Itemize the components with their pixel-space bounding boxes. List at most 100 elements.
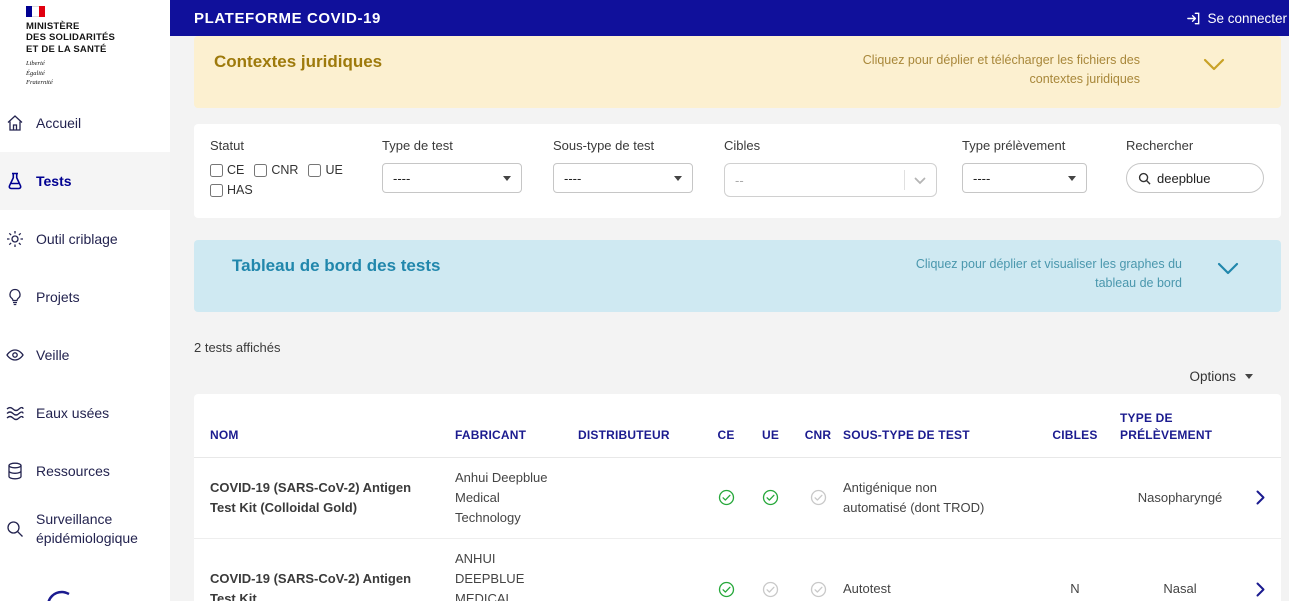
ce-checkbox[interactable] <box>210 163 223 177</box>
magnifier-icon <box>4 518 26 540</box>
cell-nom: COVID-19 (SARS-CoV-2) Antigen Test Kit (… <box>210 479 412 515</box>
column-header-fabricant[interactable]: FABRICANT <box>455 427 578 444</box>
table-row[interactable]: COVID-19 (SARS-CoV-2) Antigen Test Kit (… <box>194 458 1281 540</box>
sidebar-item-outil-criblage[interactable]: Outil criblage <box>0 210 170 268</box>
cell-sous-type: Autotest <box>843 581 891 597</box>
cell-prelevement: Nasal <box>1163 581 1197 597</box>
content: Contextes juridiques Cliquez pour déplie… <box>170 36 1289 601</box>
login-button[interactable]: Se connecter <box>1186 11 1287 26</box>
ministry-motto: Liberté Égalité Fraternité <box>26 60 53 87</box>
column-header-nom[interactable]: NOM <box>210 427 455 444</box>
eye-icon <box>4 344 26 366</box>
cibles-placeholder: -- <box>735 172 744 188</box>
type-de-test-label: Type de test <box>382 138 453 153</box>
chevron-down-icon[interactable] <box>1203 58 1225 76</box>
type-de-test-select[interactable]: ---- <box>382 163 522 193</box>
waves-icon <box>4 402 26 424</box>
sidebar-item-label: Surveillance épidémiologique <box>36 511 138 546</box>
cibles-label: Cibles <box>724 138 761 153</box>
row-expand-chevron-icon[interactable] <box>1240 582 1281 597</box>
cell-cibles: N <box>1070 581 1080 597</box>
legal-contexts-banner[interactable]: Contextes juridiques Cliquez pour déplie… <box>194 36 1281 108</box>
dashboard-subtitle: Cliquez pour déplier et visualiser les g… <box>915 257 1182 291</box>
selected-value: ---- <box>564 170 582 186</box>
top-header: PLATEFORME COVID-19 Se connecter <box>170 0 1289 36</box>
ue-status-icon <box>748 489 793 506</box>
statut-checkbox-has[interactable]: HAS <box>210 183 370 197</box>
filter-sous-type-de-test: Sous-type de test ---- <box>553 138 693 193</box>
login-icon <box>1187 12 1200 24</box>
options-label: Options <box>1189 369 1236 384</box>
table-row[interactable]: COVID-19 (SARS-CoV-2) Antigen Test Kit A… <box>194 539 1281 601</box>
sidebar: MINISTÈRE DES SOLIDARITÉS ET DE LA SANTÉ… <box>0 0 170 601</box>
filter-type-de-test: Type de test ---- <box>382 138 522 193</box>
home-icon <box>4 112 26 134</box>
sidebar-item-accueil[interactable]: Accueil <box>0 94 170 152</box>
sidebar-item-label: Veille <box>36 346 70 363</box>
sidebar-item-label: Tests <box>36 172 72 189</box>
database-icon <box>4 460 26 482</box>
ministry-logo: MINISTÈRE DES SOLIDARITÉS ET DE LA SANTÉ… <box>0 0 170 92</box>
legal-contexts-subtitle: Cliquez pour déplier et télécharger les … <box>862 53 1140 87</box>
sidebar-item-surveillance-epidemiologique[interactable]: Surveillance épidémiologique <box>0 500 170 558</box>
search-input[interactable] <box>1157 170 1252 186</box>
sidebar-item-projets[interactable]: Projets <box>0 268 170 326</box>
cell-fabricant: Anhui Deepblue Medical Technology <box>455 469 548 525</box>
sidebar-item-label: Ressources <box>36 462 110 479</box>
ce-status-icon <box>704 489 748 506</box>
cnr-status-icon <box>793 489 843 506</box>
cnr-checkbox[interactable] <box>254 163 268 177</box>
cibles-multiselect[interactable]: -- <box>724 163 937 197</box>
row-expand-chevron-icon[interactable] <box>1240 490 1281 505</box>
filter-statut: Statut CE CNR UE HAS <box>210 138 370 197</box>
ue-status-icon <box>748 581 793 598</box>
column-header-cibles[interactable]: CIBLES <box>1030 427 1120 444</box>
sidebar-item-tests[interactable]: Tests <box>0 152 170 210</box>
has-checkbox[interactable] <box>210 183 223 197</box>
french-flag-icon <box>26 6 45 17</box>
chevron-down-icon <box>674 175 682 181</box>
divider <box>904 170 905 190</box>
statut-checkbox-ce[interactable]: CE <box>210 163 244 177</box>
sidebar-item-eaux-usees[interactable]: Eaux usées <box>0 384 170 442</box>
filter-rechercher: Rechercher <box>1126 138 1264 193</box>
checkbox-label: HAS <box>227 183 253 197</box>
statut-checkbox-ue[interactable]: UE <box>308 163 343 177</box>
options-dropdown[interactable]: Options <box>194 369 1281 384</box>
column-header-ue[interactable]: UE <box>748 427 793 444</box>
page-title: PLATEFORME COVID-19 <box>194 9 381 27</box>
statut-checkboxes: CE CNR UE HAS <box>210 163 370 197</box>
filters-panel: Statut CE CNR UE HAS Type de test ---- S… <box>194 124 1281 218</box>
sidebar-item-label: Outil criblage <box>36 230 118 247</box>
statut-checkbox-cnr[interactable]: CNR <box>254 163 298 177</box>
dashboard-banner[interactable]: Tableau de bord des tests Cliquez pour d… <box>194 240 1281 312</box>
column-header-cnr[interactable]: CNR <box>793 427 843 444</box>
ce-status-icon <box>704 581 748 598</box>
flask-icon <box>4 170 26 192</box>
cell-nom: COVID-19 (SARS-CoV-2) Antigen Test Kit <box>210 571 412 601</box>
selected-value: ---- <box>973 170 991 186</box>
sous-type-select[interactable]: ---- <box>553 163 693 193</box>
gear-icon <box>4 228 26 250</box>
ministry-name: MINISTÈRE DES SOLIDARITÉS ET DE LA SANTÉ <box>26 21 116 55</box>
ue-checkbox[interactable] <box>308 163 322 177</box>
chevron-down-icon <box>914 173 926 188</box>
type-prelevement-select[interactable]: ---- <box>962 163 1087 193</box>
lightbulb-icon <box>4 286 26 308</box>
cnr-status-icon <box>793 581 843 598</box>
column-header-ce[interactable]: CE <box>704 427 748 444</box>
checkbox-label: CNR <box>271 163 299 177</box>
rechercher-label: Rechercher <box>1126 138 1194 153</box>
checkbox-label: CE <box>227 163 245 177</box>
sidebar-item-ressources[interactable]: Ressources <box>0 442 170 500</box>
chevron-down-icon[interactable] <box>1217 262 1239 280</box>
sidebar-item-label: Projets <box>36 288 80 305</box>
chevron-down-icon <box>1245 374 1253 379</box>
checkbox-label: UE <box>325 163 343 177</box>
filter-type-prelevement: Type prélèvement ---- <box>962 138 1087 193</box>
column-header-sous-type[interactable]: SOUS-TYPE DE TEST <box>843 427 1030 444</box>
partial-bottom-icon <box>44 584 70 601</box>
column-header-distributeur[interactable]: DISTRIBUTEUR <box>578 427 704 444</box>
column-header-type-prelevement[interactable]: TYPE DE PRÉLÈVEMENT <box>1120 410 1230 444</box>
sidebar-item-veille[interactable]: Veille <box>0 326 170 384</box>
